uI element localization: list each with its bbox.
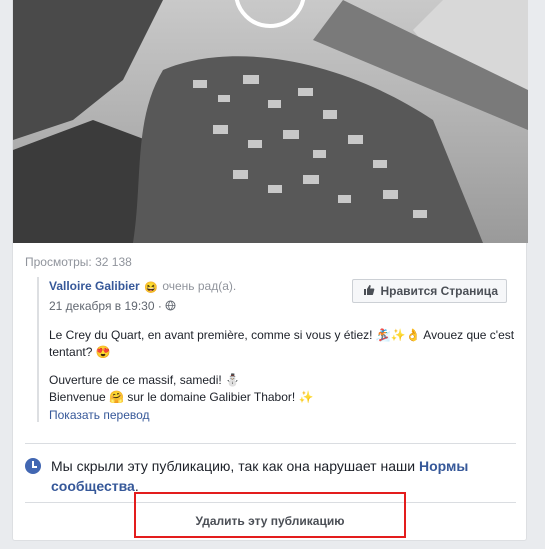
- shared-post: Valloire Galibier 😆 очень рад(а). 21 дек…: [37, 277, 517, 422]
- globe-icon: [165, 299, 176, 313]
- show-translation-link[interactable]: Показать перевод: [49, 408, 517, 422]
- delete-post-button[interactable]: Удалить эту публикацию: [136, 514, 404, 528]
- divider: [25, 443, 516, 444]
- like-page-label: Нравится Страница: [380, 284, 498, 298]
- hidden-post-notice: Мы скрыли эту публикацию, так как она на…: [25, 456, 516, 496]
- thumbs-up-icon: [363, 284, 375, 299]
- post-card: Просмотры: 32 138 Valloire Galibier 😆 оч…: [12, 0, 528, 541]
- post-paragraph-2: Ouverture de ce massif, samedi! ⛄ Bienve…: [49, 373, 314, 404]
- post-text: Le Crey du Quart, en avant première, com…: [49, 327, 517, 406]
- views-count: Просмотры: 32 138: [25, 255, 132, 269]
- post-date[interactable]: 21 декабря в 19:30: [49, 299, 155, 313]
- like-page-button[interactable]: Нравится Страница: [352, 279, 507, 303]
- feeling-text: очень рад(а).: [162, 279, 237, 293]
- post-paragraph-1: Le Crey du Quart, en avant première, com…: [49, 328, 515, 359]
- clock-icon: [25, 458, 41, 474]
- notice-text: Мы скрыли эту публикацию, так как она на…: [51, 458, 469, 494]
- page-name-link[interactable]: Valloire Galibier: [49, 279, 140, 293]
- delete-post-highlight: Удалить эту публикацию: [134, 492, 406, 538]
- video-thumbnail[interactable]: [13, 0, 528, 243]
- feeling-emoji: 😆: [144, 282, 158, 294]
